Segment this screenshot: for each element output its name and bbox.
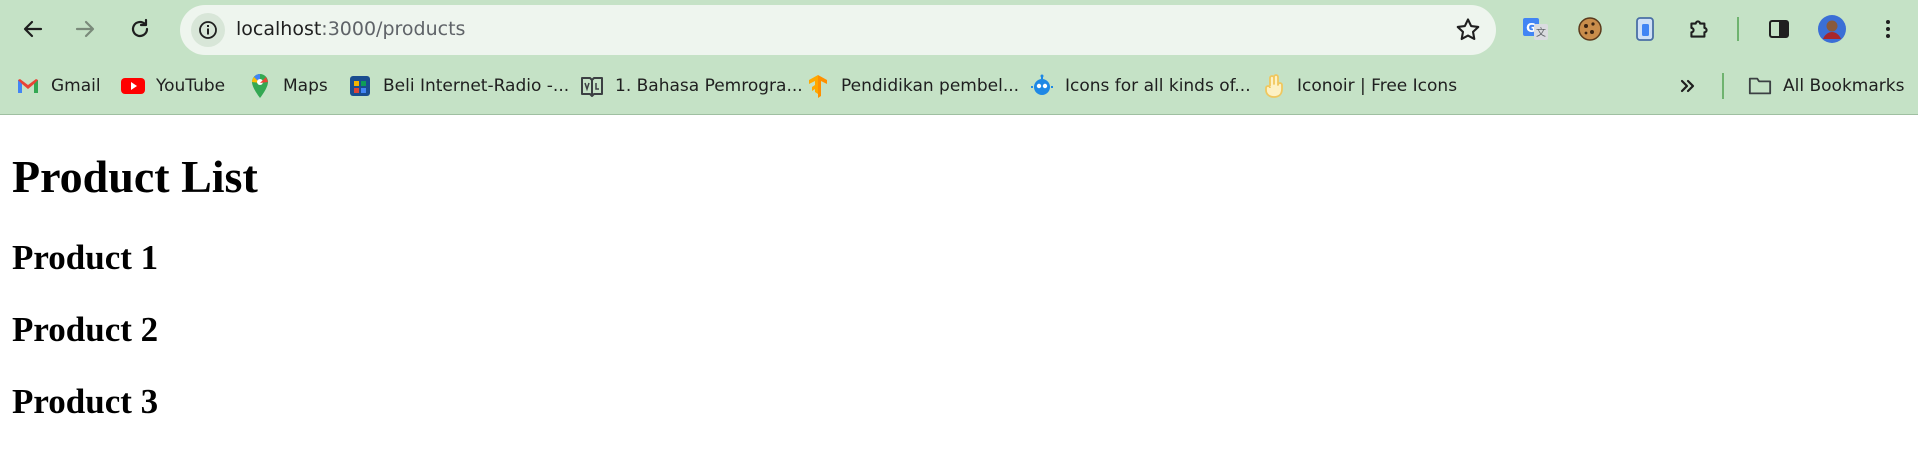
all-bookmarks-button[interactable]: All Bookmarks [1748, 72, 1904, 100]
all-bookmarks-label: All Bookmarks [1783, 76, 1905, 96]
url-host: localhost [236, 18, 322, 40]
gmail-icon [16, 74, 40, 98]
back-button[interactable] [14, 10, 52, 48]
youtube-icon [121, 74, 145, 98]
bookmark-icons[interactable]: Icons for all kinds of... [1030, 72, 1251, 100]
bookmark-label: YouTube [156, 76, 226, 96]
bookmarks-separator [1722, 73, 1724, 99]
maps-icon [248, 74, 272, 98]
toolbar-separator [1737, 17, 1739, 41]
hand-icon [1262, 74, 1286, 98]
product-item-3: Product 3 [12, 382, 159, 421]
bookmark-label: Beli Internet-Radio -... [383, 76, 570, 96]
product-item-1: Product 1 [12, 238, 159, 277]
browser-chrome: localhost:3000/products G文 Gmail YouTube… [0, 0, 1918, 115]
bookmark-label: Icons for all kinds of... [1065, 76, 1251, 96]
menu-kebab-icon[interactable] [1872, 13, 1904, 45]
reload-button[interactable] [121, 10, 159, 48]
info-icon [199, 21, 217, 39]
bookmark-iconoir[interactable]: Iconoir | Free Icons [1262, 72, 1457, 100]
url-path: :3000/products [321, 18, 466, 40]
clipboard-extension-icon[interactable] [1629, 13, 1661, 45]
bot-icon [1030, 74, 1054, 98]
arrow-left-icon [23, 20, 43, 38]
bookmark-bahasa[interactable]: 1. Bahasa Pemrogra... [580, 72, 803, 100]
book-icon [580, 74, 604, 98]
extensions-puzzle-icon[interactable] [1683, 13, 1715, 45]
bookmark-label: Pendidikan pembel... [841, 76, 1020, 96]
product-item-2: Product 2 [12, 310, 159, 349]
bookmark-youtube[interactable]: YouTube [121, 72, 225, 100]
tensorflow-icon [806, 74, 830, 98]
google-translate-icon[interactable]: G文 [1520, 13, 1552, 45]
double-chevron-right-icon [1680, 79, 1695, 93]
bookmark-radio[interactable]: Beli Internet-Radio -... [348, 72, 569, 100]
bookmark-label: Gmail [51, 76, 101, 96]
browser-toolbar: localhost:3000/products G文 [0, 0, 1918, 58]
bookmarks-bar: Gmail YouTube Maps Beli Internet-Radio -… [0, 58, 1918, 114]
address-bar[interactable]: localhost:3000/products [180, 5, 1496, 55]
bookmark-label: Maps [283, 76, 328, 96]
forward-button[interactable] [66, 10, 104, 48]
bookmark-pendidikan[interactable]: Pendidikan pembel... [806, 72, 1019, 100]
radio-app-icon [348, 74, 372, 98]
arrow-right-icon [75, 20, 95, 38]
profile-avatar[interactable] [1816, 13, 1848, 45]
bookmark-maps[interactable]: Maps [248, 72, 328, 100]
side-panel-icon[interactable] [1763, 13, 1795, 45]
bookmark-gmail[interactable]: Gmail [16, 72, 101, 100]
url-text[interactable]: localhost:3000/products [236, 18, 465, 40]
cookie-extension-icon[interactable] [1574, 13, 1606, 45]
site-info-button[interactable] [191, 13, 225, 47]
folder-icon [1748, 74, 1772, 98]
page-title: Product List [12, 151, 258, 202]
bookmark-label: 1. Bahasa Pemrogra... [615, 76, 803, 96]
bookmark-star-icon[interactable] [1454, 16, 1482, 44]
more-bookmarks-button[interactable] [1678, 72, 1698, 100]
svg-text:文: 文 [1536, 26, 1546, 39]
reload-icon [131, 18, 149, 38]
bookmark-label: Iconoir | Free Icons [1297, 76, 1458, 96]
